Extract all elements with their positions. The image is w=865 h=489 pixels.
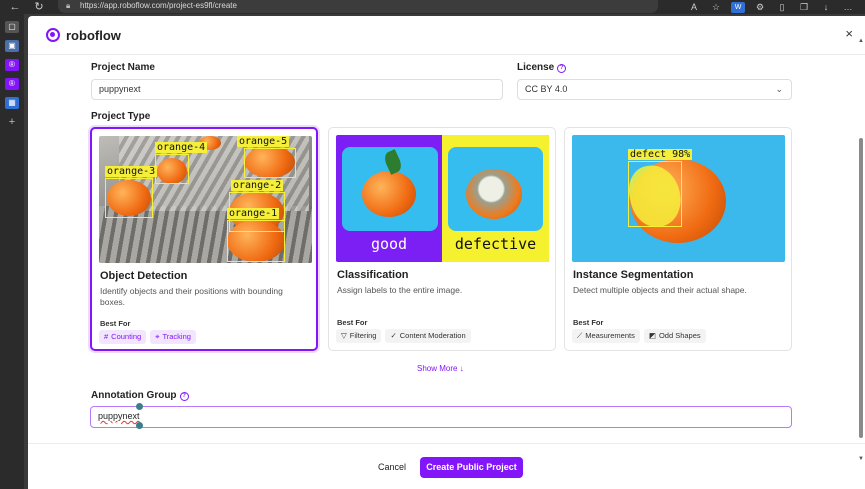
roboflow-tab-icon[interactable]: ® bbox=[5, 78, 19, 90]
class-label-good: good bbox=[370, 235, 408, 253]
best-for-label: Best For bbox=[100, 319, 131, 328]
card-tags: ⟋ Measurements ◩ Odd Shapes bbox=[572, 329, 706, 343]
download-icon[interactable]: ↓ bbox=[819, 0, 833, 14]
read-aloud-icon[interactable]: A bbox=[687, 0, 701, 14]
object-detection-image: orange-3 orange-4 orange-5 orange-2 oran… bbox=[99, 136, 312, 263]
url-text: https://app.roboflow.com/project-es9fl/c… bbox=[80, 1, 237, 10]
project-name-label: Project Name bbox=[91, 62, 155, 73]
bbox-label: defect 98% bbox=[628, 149, 693, 160]
card-description: Detect multiple objects and their actual… bbox=[573, 285, 747, 295]
best-for-label: Best For bbox=[337, 318, 368, 327]
tab-icon[interactable]: ▢ bbox=[5, 21, 19, 33]
bbox-label: orange-3 bbox=[105, 166, 158, 177]
close-icon[interactable]: × bbox=[845, 26, 853, 41]
favorite-icon[interactable]: ☆ bbox=[709, 0, 723, 14]
address-bar[interactable]: 🔒︎ https://app.roboflow.com/project-es9f… bbox=[58, 0, 658, 13]
hash-icon: # bbox=[104, 332, 109, 341]
defective-orange bbox=[466, 169, 522, 219]
brand-logo: roboflow bbox=[46, 27, 121, 43]
modal-scrollbar[interactable]: ▲ ▼ bbox=[857, 38, 865, 462]
filter-icon: ▽ bbox=[341, 331, 347, 340]
help-icon[interactable]: ? bbox=[179, 392, 189, 401]
browser-vertical-tabs: ▢ ▣ ® ® ▦ + bbox=[0, 14, 24, 489]
project-type-label: Project Type bbox=[91, 111, 151, 122]
bbox-label: orange-5 bbox=[237, 136, 290, 147]
scroll-down-icon[interactable]: ▼ bbox=[857, 456, 865, 462]
tag-measurements: ⟋ Measurements bbox=[572, 329, 640, 343]
split-screen-icon[interactable]: ▯ bbox=[775, 0, 789, 14]
card-title: Object Detection bbox=[100, 270, 188, 282]
tag-odd-shapes: ◩ Odd Shapes bbox=[643, 329, 706, 343]
tag-filtering: ▽ Filtering bbox=[336, 329, 382, 343]
header-divider bbox=[28, 54, 865, 55]
class-label-defective: defective bbox=[454, 235, 537, 253]
text-selection-handle[interactable] bbox=[136, 403, 143, 410]
annotation-group-label: Annotation Group? bbox=[91, 390, 189, 401]
tag-tracking: ⌖ Tracking bbox=[150, 330, 196, 344]
tab-icon[interactable]: ▣ bbox=[5, 40, 19, 52]
scrollbar-thumb[interactable] bbox=[859, 138, 863, 438]
new-tab-icon[interactable]: + bbox=[5, 116, 19, 128]
collections-icon[interactable]: ❐ bbox=[797, 0, 811, 14]
card-description: Identify objects and their positions wit… bbox=[100, 286, 283, 307]
license-select[interactable]: CC BY 4.0 ⌄ bbox=[517, 79, 792, 100]
show-more-link[interactable]: Show More ↓ bbox=[417, 364, 464, 373]
project-type-card-object-detection[interactable]: orange-3 orange-4 orange-5 orange-2 oran… bbox=[90, 127, 318, 351]
instance-segmentation-image: defect 98% bbox=[572, 135, 785, 262]
card-title: Classification bbox=[337, 269, 409, 281]
card-title: Instance Segmentation bbox=[573, 269, 694, 281]
roboflow-logo-icon bbox=[46, 28, 60, 42]
project-name-input[interactable]: puppynext bbox=[91, 79, 503, 100]
best-for-label: Best For bbox=[573, 318, 604, 327]
card-tags: ▽ Filtering ✓ Content Moderation bbox=[336, 329, 471, 343]
project-type-card-instance-segmentation[interactable]: defect 98% Instance Segmentation Detect … bbox=[564, 127, 792, 351]
extension-icon[interactable]: W bbox=[731, 2, 745, 13]
text-selection-handle[interactable] bbox=[136, 422, 143, 429]
bbox-label: orange-4 bbox=[155, 142, 208, 153]
back-icon[interactable]: ← bbox=[8, 0, 22, 14]
check-icon: ✓ bbox=[390, 331, 397, 340]
create-public-project-button[interactable]: Create Public Project bbox=[420, 457, 523, 478]
ruler-icon: ⟋ bbox=[577, 331, 583, 340]
license-value: CC BY 4.0 bbox=[525, 84, 568, 94]
browser-toolbar: ← ↻ 🔒︎ https://app.roboflow.com/project-… bbox=[0, 0, 865, 14]
puzzle-icon[interactable]: ⚙ bbox=[753, 0, 767, 14]
card-description: Assign labels to the entire image. bbox=[337, 285, 463, 295]
shapes-icon: ◩ bbox=[648, 331, 656, 340]
more-icon[interactable]: … bbox=[841, 0, 855, 14]
card-tags: # Counting ⌖ Tracking bbox=[99, 330, 196, 344]
calendar-tab-icon[interactable]: ▦ bbox=[5, 97, 19, 109]
scroll-up-icon[interactable]: ▲ bbox=[857, 38, 865, 44]
chevron-down-icon: ⌄ bbox=[775, 84, 783, 94]
tag-counting: # Counting bbox=[99, 330, 147, 344]
footer-divider bbox=[28, 443, 865, 444]
refresh-icon[interactable]: ↻ bbox=[32, 0, 46, 14]
lock-icon: 🔒︎ bbox=[66, 1, 71, 10]
tag-content-moderation: ✓ Content Moderation bbox=[385, 329, 471, 343]
annotation-group-value: puppynext bbox=[98, 411, 140, 421]
orange bbox=[362, 171, 416, 217]
project-type-card-classification[interactable]: good defective Classification Assign lab… bbox=[328, 127, 556, 351]
tracking-icon: ⌖ bbox=[155, 332, 160, 341]
help-icon[interactable]: ? bbox=[557, 64, 567, 73]
create-project-modal: roboflow × Project Name puppynext Licens… bbox=[28, 16, 865, 489]
license-label-text: License bbox=[517, 62, 555, 73]
roboflow-tab-icon[interactable]: ® bbox=[5, 59, 19, 71]
brand-name: roboflow bbox=[66, 27, 121, 43]
bbox-label: orange-1 bbox=[227, 208, 280, 219]
browser-action-icons: A ☆ W ⚙ ▯ ❐ ↓ … bbox=[687, 0, 855, 14]
cancel-button[interactable]: Cancel bbox=[372, 457, 412, 477]
bbox-label: orange-2 bbox=[231, 180, 284, 191]
annotation-group-input[interactable]: puppynext bbox=[90, 406, 792, 428]
license-label: License? bbox=[517, 62, 567, 73]
annotation-group-label-text: Annotation Group bbox=[91, 390, 177, 401]
classification-image: good defective bbox=[336, 135, 549, 262]
